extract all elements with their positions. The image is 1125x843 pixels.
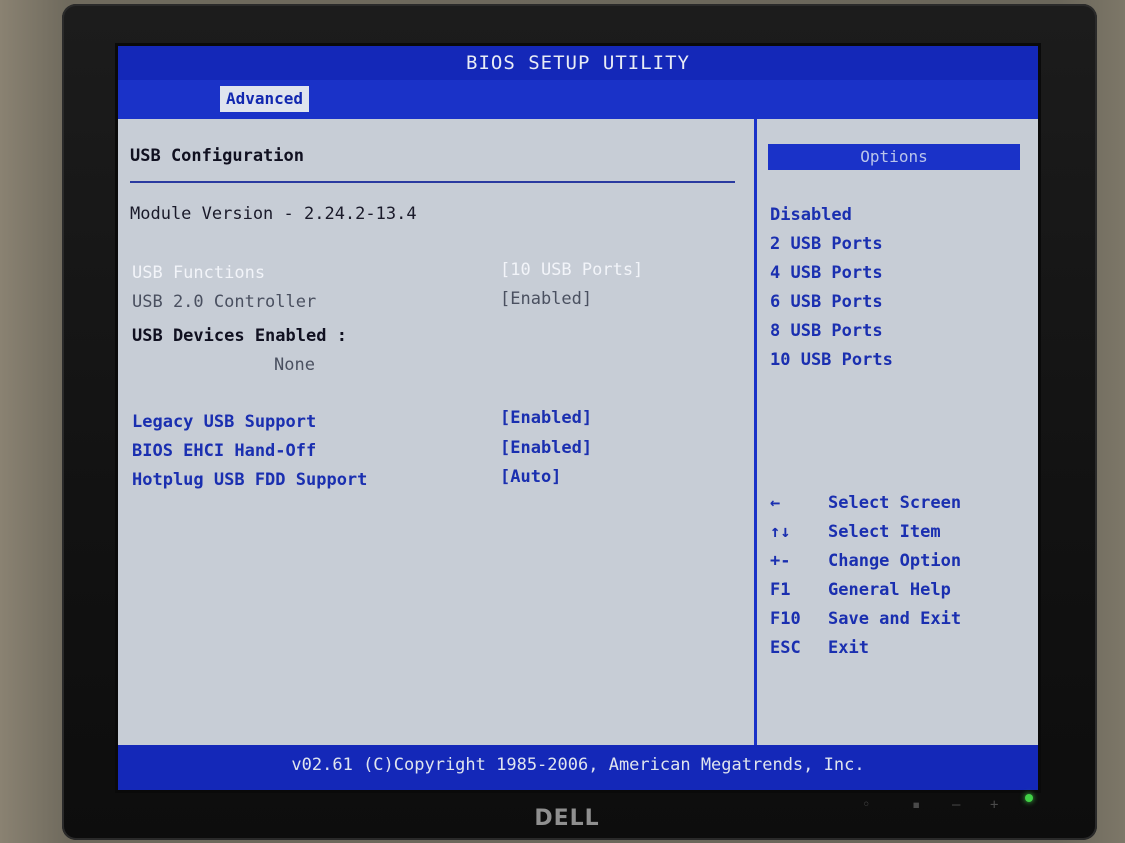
minus-button-icon[interactable]: –	[952, 797, 962, 813]
setting-label-usb-functions[interactable]: USB Functions	[132, 263, 265, 283]
help-desc: Select Screen	[828, 493, 962, 513]
setting-value-usb-controller: [Enabled]	[500, 289, 593, 309]
plus-button-icon[interactable]: +	[990, 797, 1000, 813]
bios-screen: BIOS SETUP UTILITY Advanced USB Configur…	[118, 46, 1038, 790]
footer-copyright: v02.61 (C)Copyright 1985-2006, American …	[118, 745, 1038, 790]
pane-divider	[754, 119, 757, 745]
option-item[interactable]: 2 USB Ports	[770, 230, 893, 259]
option-item[interactable]: 4 USB Ports	[770, 259, 893, 288]
help-key: ↑↓	[770, 522, 791, 542]
help-row-change-option: +- Change Option	[770, 547, 961, 576]
tab-bar: Advanced	[118, 80, 1038, 116]
setting-label-usb-controller: USB 2.0 Controller	[132, 292, 317, 312]
help-key: ESC	[770, 638, 801, 658]
help-desc: Save and Exit	[828, 609, 962, 629]
input-button-icon[interactable]: ▪	[912, 797, 922, 813]
option-item[interactable]: Disabled	[770, 201, 893, 230]
help-desc: Change Option	[828, 551, 962, 571]
setting-value-legacy-usb[interactable]: [Enabled]	[500, 408, 592, 428]
help-row-select-screen: ← Select Screen	[770, 489, 961, 518]
section-rule	[130, 181, 735, 183]
options-list: Disabled 2 USB Ports 4 USB Ports 6 USB P…	[770, 201, 893, 375]
menu-button-icon[interactable]: ◦	[862, 797, 872, 813]
setting-label-ehci-handoff[interactable]: BIOS EHCI Hand-Off	[132, 441, 316, 461]
help-key: +-	[770, 551, 791, 571]
setting-label-legacy-usb[interactable]: Legacy USB Support	[132, 412, 316, 432]
dell-logo: DELL	[534, 806, 600, 831]
help-row-select-item: ↑↓ Select Item	[770, 518, 961, 547]
module-version: Module Version - 2.24.2-13.4	[130, 204, 417, 224]
option-item[interactable]: 6 USB Ports	[770, 288, 893, 317]
window-title: BIOS SETUP UTILITY	[118, 46, 1038, 80]
help-desc: Exit	[828, 638, 869, 658]
setting-label-hotplug-fdd[interactable]: Hotplug USB FDD Support	[132, 470, 367, 490]
section-title: USB Configuration	[130, 146, 304, 166]
help-row-general-help: F1 General Help	[770, 576, 961, 605]
option-item[interactable]: 10 USB Ports	[770, 346, 893, 375]
help-keys: ← Select Screen ↑↓ Select Item +- Change Op…	[770, 489, 961, 663]
usb-devices-value: None	[274, 355, 315, 375]
help-row-exit: ESC Exit	[770, 634, 961, 663]
help-key: F10	[770, 609, 801, 629]
tab-advanced[interactable]: Advanced	[220, 86, 310, 112]
option-item[interactable]: 8 USB Ports	[770, 317, 893, 346]
help-desc: Select Item	[828, 522, 941, 542]
usb-devices-label: USB Devices Enabled :	[132, 326, 347, 346]
options-panel-title: Options	[768, 144, 1020, 170]
help-desc: General Help	[828, 580, 951, 600]
frame-line	[118, 116, 1038, 119]
help-key: ←	[770, 493, 781, 513]
setting-value-hotplug-fdd[interactable]: [Auto]	[500, 467, 561, 487]
help-key: F1	[770, 580, 791, 600]
setting-value-usb-functions[interactable]: [10 USB Ports]	[500, 260, 643, 280]
help-row-save-exit: F10 Save and Exit	[770, 605, 961, 634]
power-led-icon[interactable]	[1025, 794, 1033, 802]
setting-value-ehci-handoff[interactable]: [Enabled]	[500, 438, 592, 458]
